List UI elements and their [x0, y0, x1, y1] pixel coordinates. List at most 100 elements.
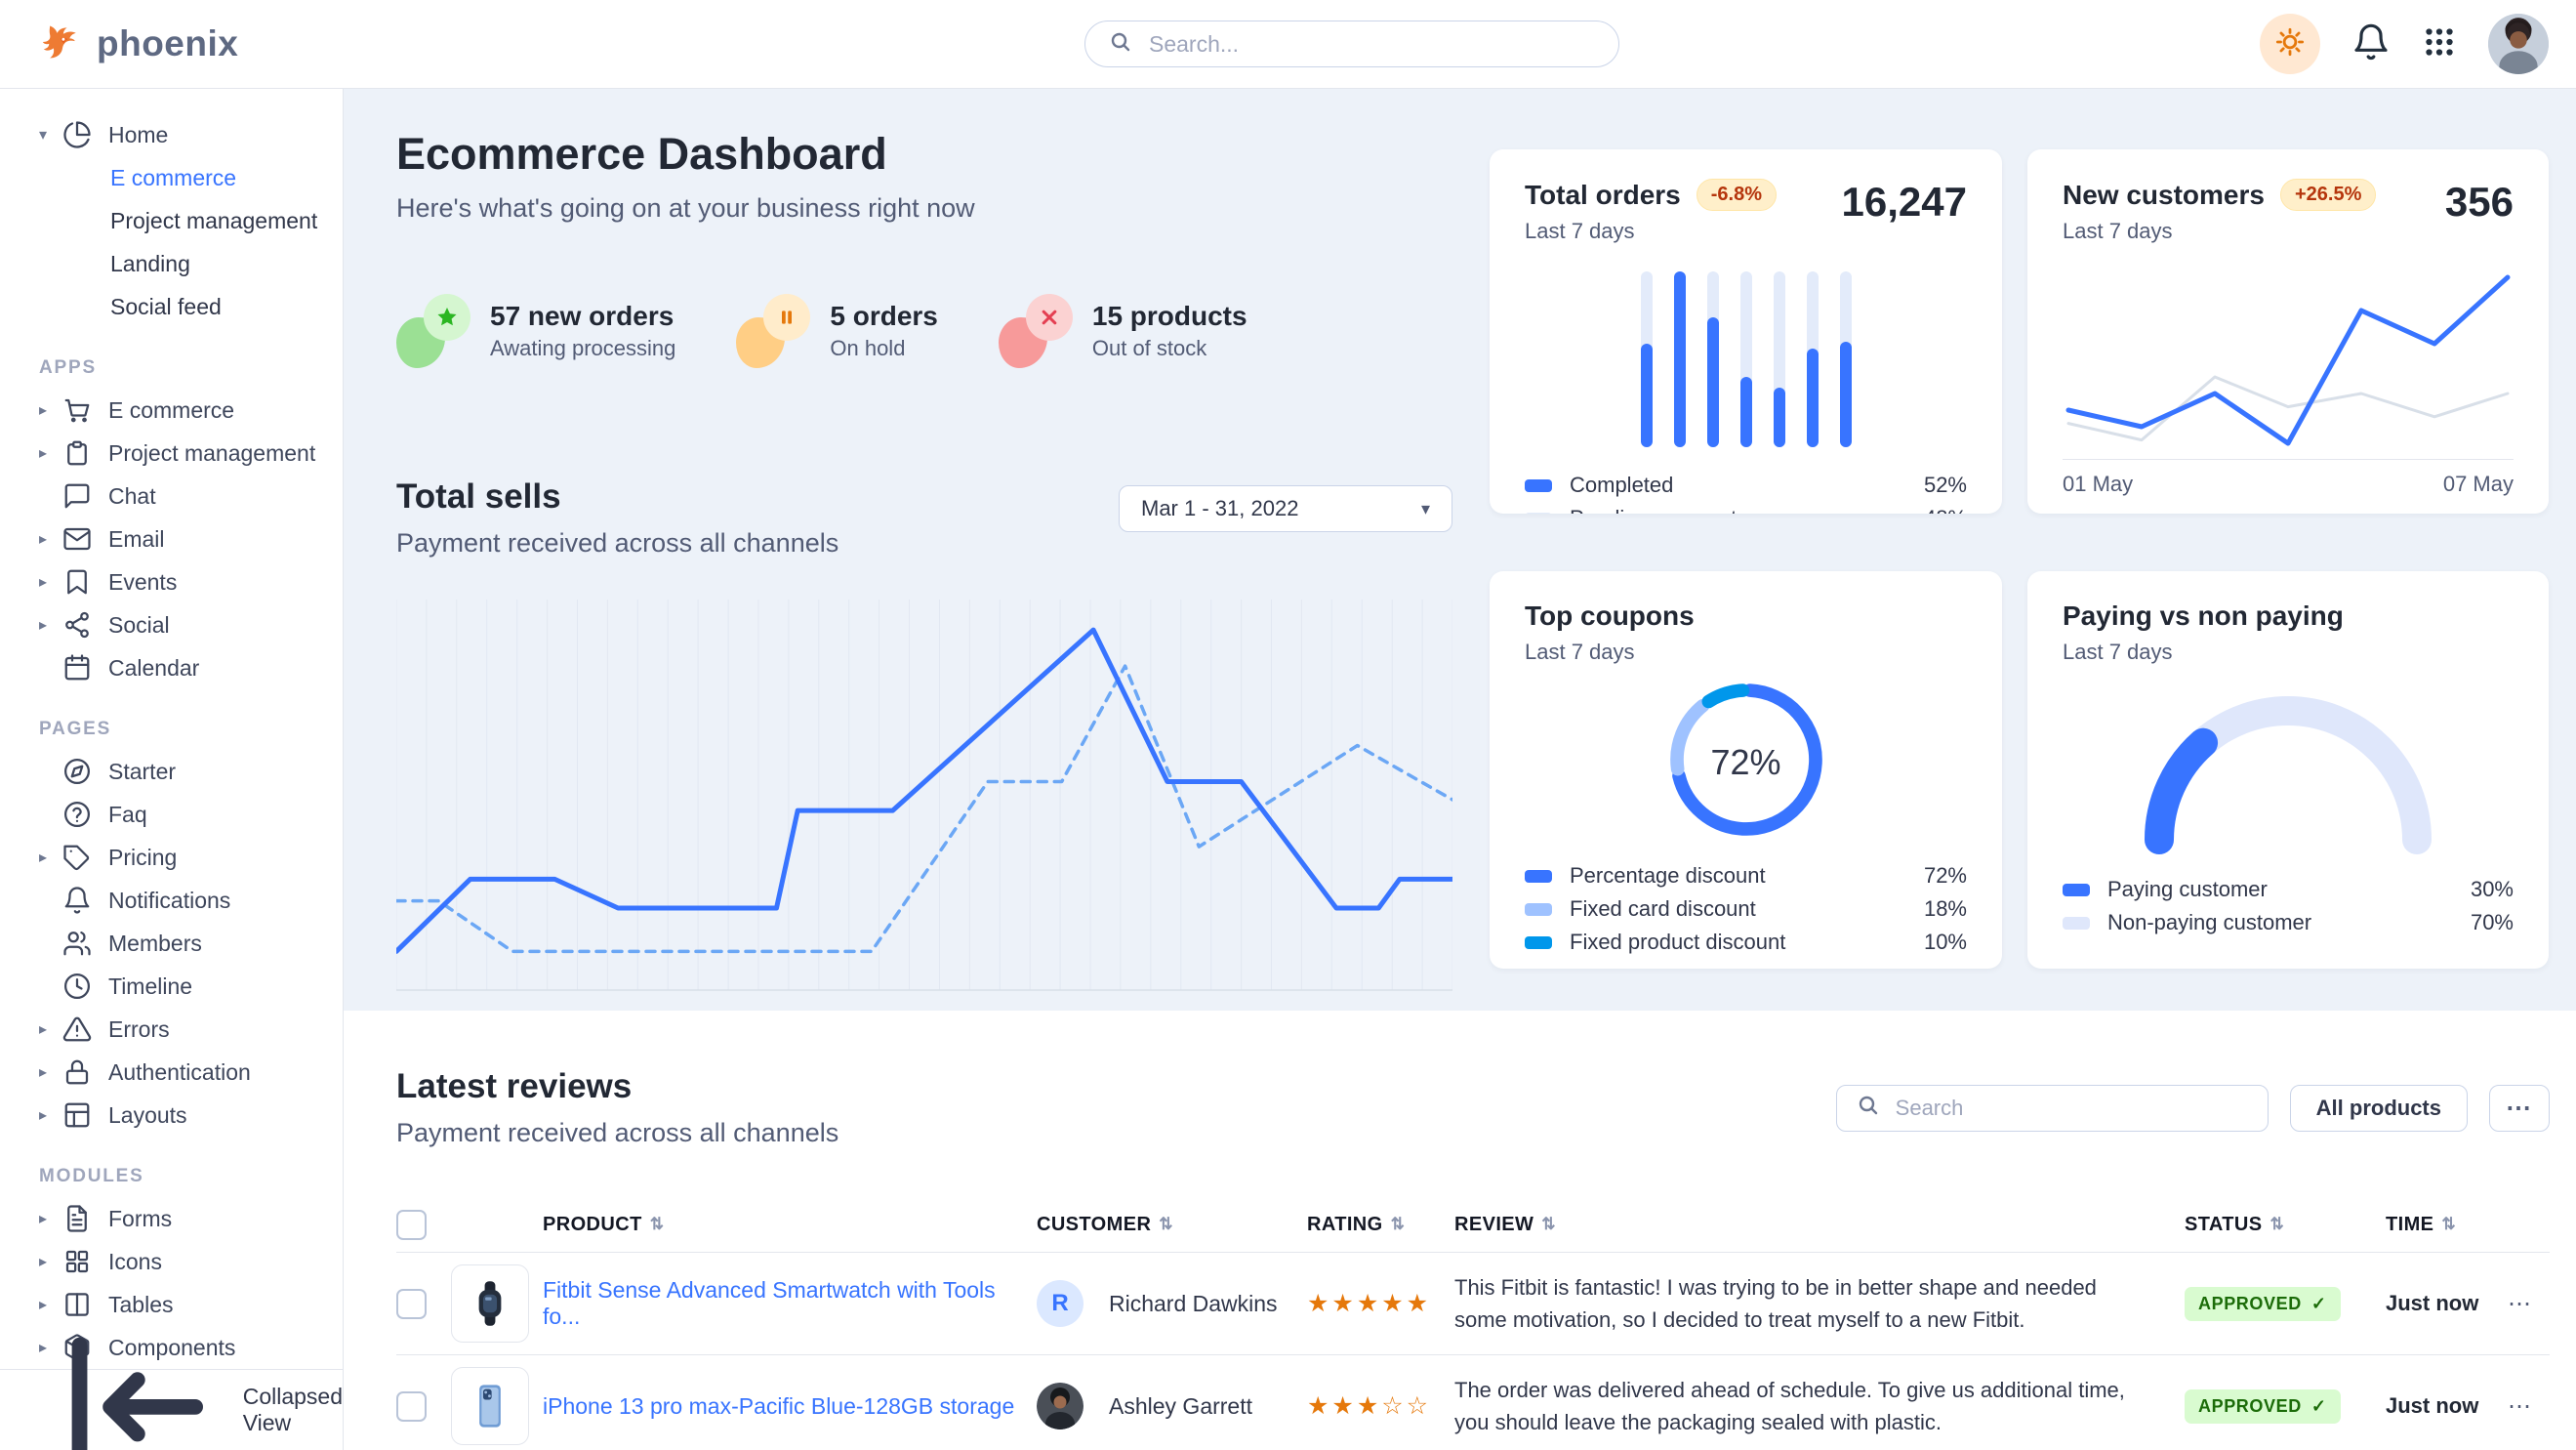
row-checkbox[interactable] — [396, 1289, 427, 1319]
top-navbar: phoenix — [0, 0, 2576, 89]
legend-row: Fixed card discount18% — [1525, 892, 1967, 926]
sidebar-subitem-e-commerce[interactable]: E commerce — [0, 156, 343, 199]
grid-icon — [62, 1247, 92, 1276]
select-all-checkbox[interactable] — [396, 1210, 427, 1240]
customer-name: Richard Dawkins — [1109, 1291, 1278, 1317]
rating-stars: ★★★☆☆ — [1307, 1391, 1454, 1421]
product-image — [451, 1367, 529, 1445]
column-header-time[interactable]: TIME⇅ — [2386, 1214, 2508, 1236]
column-header-status[interactable]: STATUS⇅ — [2185, 1214, 2386, 1236]
stats-row: 57 new orders Awating processing 5 order… — [396, 294, 1452, 368]
column-header-product[interactable]: PRODUCT⇅ — [543, 1214, 1037, 1236]
top-coupons-title: Top coupons — [1525, 601, 1695, 632]
sidebar-subitem-social-feed[interactable]: Social feed — [0, 285, 343, 328]
lock-icon — [62, 1057, 92, 1087]
brand-logo[interactable]: phoenix — [41, 0, 238, 88]
sidebar-section-label: APPS — [39, 357, 343, 379]
sidebar-subitem-project-management[interactable]: Project management — [0, 199, 343, 242]
search-icon — [1109, 30, 1132, 59]
legend-swatch — [1525, 479, 1552, 492]
more-options-button[interactable]: ⋯ — [2489, 1085, 2550, 1132]
reviews-table-header: PRODUCT⇅CUSTOMER⇅RATING⇅REVIEW⇅STATUS⇅TI… — [396, 1197, 2550, 1253]
order-bar — [1807, 271, 1819, 447]
date-range-value: Mar 1 - 31, 2022 — [1141, 496, 1298, 521]
sidebar-item-social[interactable]: ▸ Social — [0, 603, 343, 646]
notifications-button[interactable] — [2351, 22, 2391, 66]
sidebar-item-errors[interactable]: ▸ Errors — [0, 1008, 343, 1051]
sidebar-item-layouts[interactable]: ▸ Layouts — [0, 1094, 343, 1137]
bell-icon — [2351, 22, 2391, 66]
reviews-subtitle: Payment received across all channels — [396, 1118, 838, 1148]
total-sells-title: Total sells — [396, 477, 838, 517]
chevron-down-icon: ▾ — [1421, 499, 1430, 519]
sidebar-item-authentication[interactable]: ▸ Authentication — [0, 1051, 343, 1094]
collapse-view-button[interactable]: Collapsed View — [0, 1369, 343, 1450]
order-bar — [1840, 271, 1852, 447]
row-more-button[interactable]: ⋯ — [2508, 1290, 2549, 1318]
check-icon: ✓ — [2311, 1294, 2327, 1314]
sort-icon: ⇅ — [1541, 1215, 1556, 1234]
order-bar — [1740, 271, 1752, 447]
sidebar-item-e-commerce[interactable]: ▸ E commerce — [0, 389, 343, 432]
sidebar-item-events[interactable]: ▸ Events — [0, 560, 343, 603]
caret-icon: ▸ — [39, 1209, 62, 1228]
total-orders-period: Last 7 days — [1525, 219, 1842, 244]
total-orders-legend: Completed52% Pending payment48% — [1525, 469, 1967, 514]
x-icon — [999, 294, 1073, 368]
sidebar-item-pricing[interactable]: ▸ Pricing — [0, 836, 343, 879]
brand-name: phoenix — [97, 23, 238, 64]
row-more-button[interactable]: ⋯ — [2508, 1392, 2549, 1421]
column-header-customer[interactable]: CUSTOMER⇅ — [1037, 1214, 1307, 1236]
clock-icon — [62, 972, 92, 1001]
paying-card: Paying vs non paying Last 7 days Paying … — [2027, 571, 2549, 969]
global-search[interactable] — [1084, 21, 1619, 67]
sidebar-item-email[interactable]: ▸ Email — [0, 518, 343, 560]
sidebar-item-icons[interactable]: ▸ Icons — [0, 1240, 343, 1283]
caret-icon: ▸ — [39, 1295, 62, 1314]
new-customers-badge: +26.5% — [2280, 179, 2376, 211]
theme-toggle-button[interactable] — [2260, 14, 2320, 74]
paying-gauge-chart — [2063, 665, 2514, 873]
x-label-start: 01 May — [2063, 472, 2133, 497]
caret-icon: ▸ — [39, 1019, 62, 1039]
order-bar — [1641, 271, 1653, 447]
sort-icon: ⇅ — [2269, 1215, 2284, 1234]
reviews-search-input[interactable] — [1894, 1095, 2248, 1122]
collapse-icon — [41, 1314, 226, 1450]
legend-swatch — [1525, 903, 1552, 916]
sidebar-subitem-landing[interactable]: Landing — [0, 242, 343, 285]
product-link[interactable]: iPhone 13 pro max-Pacific Blue-128GB sto… — [543, 1393, 1014, 1419]
legend-swatch — [1525, 870, 1552, 883]
search-icon — [1857, 1094, 1880, 1122]
product-link[interactable]: Fitbit Sense Advanced Smartwatch with To… — [543, 1277, 996, 1329]
main-content: Ecommerce Dashboard Here's what's going … — [344, 88, 2576, 1450]
sidebar-item-starter[interactable]: Starter — [0, 750, 343, 793]
column-header-rating[interactable]: RATING⇅ — [1307, 1214, 1454, 1236]
caret-icon: ▸ — [39, 529, 62, 549]
layout-icon — [62, 1100, 92, 1130]
sidebar-item-calendar[interactable]: Calendar — [0, 646, 343, 689]
user-avatar[interactable] — [2488, 14, 2549, 74]
legend-row: Fixed product discount10% — [1525, 926, 1967, 959]
new-customers-title: New customers — [2063, 180, 2265, 211]
column-header-review[interactable]: REVIEW⇅ — [1454, 1214, 2185, 1236]
sidebar-item-chat[interactable]: Chat — [0, 475, 343, 518]
sidebar-item-home[interactable]: ▾ Home — [0, 113, 343, 156]
bookmark-icon — [62, 567, 92, 597]
sidebar-item-project-management[interactable]: ▸ Project management — [0, 432, 343, 475]
global-search-input[interactable] — [1147, 30, 1595, 59]
sidebar-item-faq[interactable]: Faq — [0, 793, 343, 836]
sidebar-item-forms[interactable]: ▸ Forms — [0, 1197, 343, 1240]
status-badge: APPROVED ✓ — [2185, 1287, 2341, 1321]
row-checkbox[interactable] — [396, 1391, 427, 1422]
bell-icon — [62, 886, 92, 915]
sidebar-item-notifications[interactable]: Notifications — [0, 879, 343, 922]
all-products-button[interactable]: All products — [2290, 1085, 2468, 1132]
reviews-search[interactable] — [1836, 1085, 2269, 1132]
date-range-select[interactable]: Mar 1 - 31, 2022 ▾ — [1119, 485, 1452, 532]
apps-grid-button[interactable] — [2422, 24, 2457, 64]
sidebar-item-timeline[interactable]: Timeline — [0, 965, 343, 1008]
sidebar-item-members[interactable]: Members — [0, 922, 343, 965]
ellipsis-icon: ⋯ — [2506, 1093, 2533, 1123]
table-row: iPhone 13 pro max-Pacific Blue-128GB sto… — [396, 1355, 2550, 1450]
